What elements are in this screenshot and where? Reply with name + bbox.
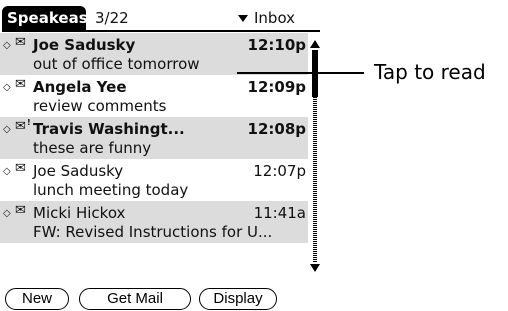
envelope-icon: ✉ xyxy=(15,119,26,134)
diamond-icon: ◇ xyxy=(3,82,11,93)
message-sender: Travis Washingt... xyxy=(33,120,185,138)
message-subject: FW: Revised Instructions for U... xyxy=(33,223,273,241)
envelope-icon: ✉ xyxy=(15,77,26,92)
priority-flag-icon: ! xyxy=(27,118,31,127)
diamond-icon: ◇ xyxy=(3,124,11,135)
callout-label: Tap to read xyxy=(374,60,486,84)
title-divider xyxy=(2,30,320,32)
message-time: 12:08p xyxy=(247,120,306,138)
message-subject: out of office tomorrow xyxy=(33,55,200,73)
callout-line xyxy=(237,72,364,74)
message-time: 12:09p xyxy=(247,78,306,96)
message-subject: review comments xyxy=(33,97,167,115)
diamond-icon: ◇ xyxy=(3,166,11,177)
scroll-down-arrow-icon[interactable] xyxy=(310,264,320,272)
message-row[interactable]: ◇ ✉ Angela Yee 12:09p review comments xyxy=(0,75,308,117)
envelope-icon: ✉ xyxy=(15,203,26,218)
message-sender: Joe Sadusky xyxy=(33,36,136,54)
diamond-icon: ◇ xyxy=(3,40,11,51)
mail-app-screen: Speakeas 3/22 Inbox ◇ ✉ Joe Sadusky 12:1… xyxy=(0,0,322,311)
message-subject: lunch meeting today xyxy=(33,181,189,199)
triangle-down-icon xyxy=(238,15,248,22)
message-time: 11:41a xyxy=(253,204,306,222)
get-mail-button[interactable]: Get Mail xyxy=(79,288,191,310)
folder-label: Inbox xyxy=(254,9,296,27)
folder-picker[interactable]: Inbox xyxy=(238,6,295,30)
scrollbar-thumb[interactable] xyxy=(312,50,318,97)
message-row[interactable]: ◇ ✉ Micki Hickox 11:41a FW: Revised Inst… xyxy=(0,201,308,243)
app-title: Speakeas xyxy=(2,6,88,30)
scroll-up-arrow-icon[interactable] xyxy=(310,40,320,48)
message-subject: these are funny xyxy=(33,139,152,157)
message-sender: Angela Yee xyxy=(33,78,127,96)
message-row[interactable]: ◇ ✉ Joe Sadusky 12:10p out of office tom… xyxy=(0,33,308,75)
message-row[interactable]: ◇ ✉ ! Travis Washingt... 12:08p these ar… xyxy=(0,117,308,159)
message-time: 12:10p xyxy=(247,36,306,54)
message-time: 12:07p xyxy=(253,162,306,180)
message-list: ◇ ✉ Joe Sadusky 12:10p out of office tom… xyxy=(0,33,308,243)
display-button[interactable]: Display xyxy=(199,288,277,310)
message-row[interactable]: ◇ ✉ Joe Sadusky 12:07p lunch meeting tod… xyxy=(0,159,308,201)
new-button[interactable]: New xyxy=(5,288,69,310)
diamond-icon: ◇ xyxy=(3,208,11,219)
message-sender: Micki Hickox xyxy=(33,204,126,222)
message-sender: Joe Sadusky xyxy=(33,162,124,180)
message-count: 3/22 xyxy=(95,9,129,27)
envelope-icon: ✉ xyxy=(15,161,26,176)
envelope-icon: ✉ xyxy=(15,35,26,50)
